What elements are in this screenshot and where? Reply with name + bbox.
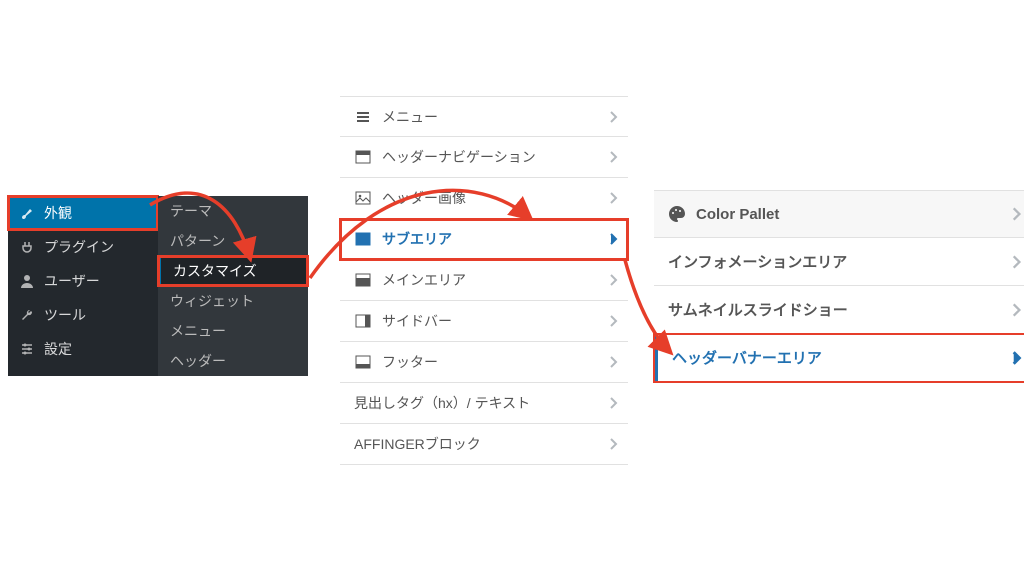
wp-admin-sidebar: 外観 プラグイン ユーザー ツール 設定 テーマ パターン カスタマイズ ウィジ… — [8, 196, 308, 376]
layout-icon — [354, 271, 372, 289]
user-icon — [18, 272, 36, 290]
item-label: AFFINGERブロック — [354, 434, 481, 454]
sidebar-item-plugins[interactable]: プラグイン — [8, 230, 158, 264]
item-label: サムネイルスライドショー — [668, 299, 848, 320]
customizer-item-sidebar[interactable]: サイドバー — [340, 301, 628, 342]
palette-icon — [668, 205, 686, 223]
item-label: メニュー — [382, 107, 438, 127]
customizer-panel: メニュー ヘッダーナビゲーション ヘッダー画像 サブエリア メインエリア サイド… — [340, 96, 628, 465]
item-label: サブエリア — [382, 229, 452, 249]
subarea-panel: Color Pallet インフォメーションエリア サムネイルスライドショー ヘ… — [654, 190, 1024, 382]
chevron-right-icon — [1010, 206, 1022, 222]
customizer-item-subarea[interactable]: サブエリア — [340, 219, 628, 260]
customizer-item-hx-text[interactable]: 見出しタグ（hx）/ テキスト — [340, 383, 628, 424]
chevron-right-icon — [608, 396, 618, 410]
subarea-item-info-area[interactable]: インフォメーションエリア — [654, 238, 1024, 286]
submenu-label: テーマ — [170, 201, 212, 221]
item-label: ヘッダー画像 — [382, 188, 466, 208]
subarea-item-header-banner[interactable]: ヘッダーバナーエリア — [654, 334, 1024, 382]
item-label: ヘッダーナビゲーション — [382, 147, 536, 167]
layout-icon — [354, 353, 372, 371]
layout-icon — [354, 148, 372, 166]
item-label: メインエリア — [382, 270, 466, 290]
item-label: Color Pallet — [696, 206, 779, 223]
submenu-item-patterns[interactable]: パターン — [158, 226, 308, 256]
chevron-right-icon — [608, 314, 618, 328]
wp-sidebar-main: 外観 プラグイン ユーザー ツール 設定 — [8, 196, 158, 376]
chevron-right-icon — [1010, 254, 1022, 270]
subarea-item-color-pallet[interactable]: Color Pallet — [654, 190, 1024, 238]
sidebar-item-label: 設定 — [44, 339, 72, 359]
submenu-label: ウィジェット — [170, 291, 254, 311]
chevron-right-icon — [608, 355, 618, 369]
sidebar-item-tools[interactable]: ツール — [8, 298, 158, 332]
hamburger-icon — [354, 108, 372, 126]
submenu-label: カスタマイズ — [173, 261, 257, 281]
item-label: フッター — [382, 352, 438, 372]
sliders-icon — [18, 340, 36, 358]
wrench-icon — [18, 306, 36, 324]
chevron-right-icon — [608, 110, 618, 124]
customizer-item-footer[interactable]: フッター — [340, 342, 628, 383]
sidebar-item-label: 外観 — [44, 203, 72, 223]
wp-sidebar-submenu: テーマ パターン カスタマイズ ウィジェット メニュー ヘッダー — [158, 196, 308, 376]
chevron-right-icon — [1010, 350, 1022, 366]
item-label: インフォメーションエリア — [668, 251, 847, 272]
sidebar-item-label: ツール — [44, 305, 86, 325]
chevron-right-icon — [608, 437, 618, 451]
chevron-right-icon — [1010, 302, 1022, 318]
item-label: 見出しタグ（hx）/ テキスト — [354, 393, 530, 413]
sidebar-item-users[interactable]: ユーザー — [8, 264, 158, 298]
sidebar-item-label: プラグイン — [44, 237, 114, 257]
customizer-item-header-img[interactable]: ヘッダー画像 — [340, 178, 628, 219]
submenu-item-header[interactable]: ヘッダー — [158, 346, 308, 376]
submenu-item-themes[interactable]: テーマ — [158, 196, 308, 226]
picture-icon — [354, 189, 372, 207]
layout-icon — [354, 230, 372, 248]
item-label: サイドバー — [382, 311, 452, 331]
submenu-item-widgets[interactable]: ウィジェット — [158, 286, 308, 316]
sidebar-item-label: ユーザー — [44, 271, 100, 291]
customizer-item-affinger[interactable]: AFFINGERブロック — [340, 424, 628, 465]
submenu-label: メニュー — [170, 321, 226, 341]
submenu-item-menus[interactable]: メニュー — [158, 316, 308, 346]
chevron-right-icon — [608, 273, 618, 287]
customizer-item-menu[interactable]: メニュー — [340, 96, 628, 137]
item-label: ヘッダーバナーエリア — [672, 347, 822, 368]
subarea-item-thumb-slide[interactable]: サムネイルスライドショー — [654, 286, 1024, 334]
chevron-right-icon — [608, 150, 618, 164]
sidebar-item-appearance[interactable]: 外観 — [8, 196, 158, 230]
chevron-right-icon — [608, 191, 618, 205]
sidebar-item-settings[interactable]: 設定 — [8, 332, 158, 366]
plug-icon — [18, 238, 36, 256]
chevron-right-icon — [608, 232, 618, 246]
submenu-label: ヘッダー — [170, 351, 226, 371]
brush-icon — [18, 204, 36, 222]
customizer-item-mainarea[interactable]: メインエリア — [340, 260, 628, 301]
submenu-label: パターン — [170, 231, 225, 251]
layout-icon — [354, 312, 372, 330]
submenu-item-customize[interactable]: カスタマイズ — [158, 256, 308, 286]
customizer-item-header-nav[interactable]: ヘッダーナビゲーション — [340, 137, 628, 178]
